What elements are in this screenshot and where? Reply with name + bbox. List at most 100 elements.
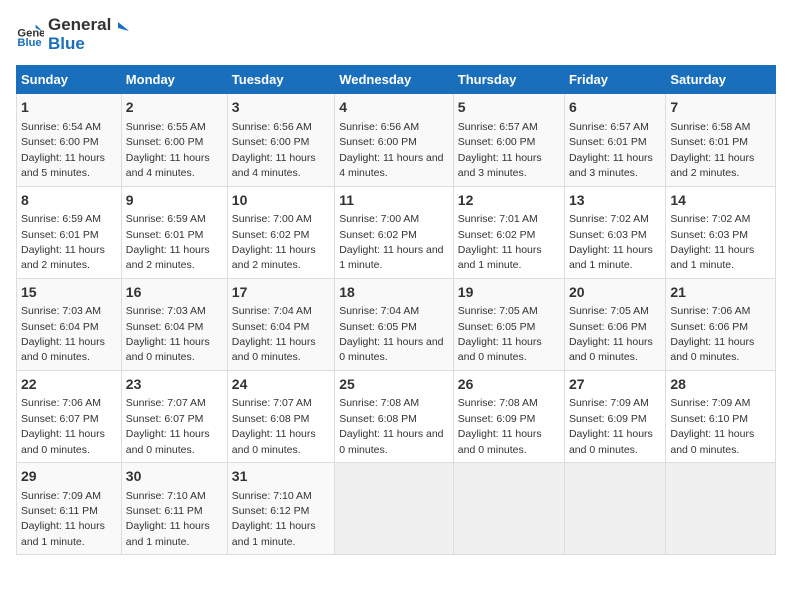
daylight-text: Daylight: 11 hours and 2 minutes. — [670, 152, 754, 179]
calendar-cell — [453, 463, 564, 555]
sunrise-text: Sunrise: 7:00 AM — [232, 213, 312, 225]
sunrise-text: Sunrise: 7:01 AM — [458, 213, 538, 225]
calendar-week-row: 8 Sunrise: 6:59 AM Sunset: 6:01 PM Daylight… — [17, 186, 776, 278]
day-number: 22 — [21, 375, 117, 395]
day-number: 4 — [339, 98, 449, 118]
day-number: 27 — [569, 375, 661, 395]
sunset-text: Sunset: 6:01 PM — [569, 136, 647, 148]
daylight-text: Daylight: 11 hours and 0 minutes. — [232, 336, 316, 363]
sunrise-text: Sunrise: 7:05 AM — [458, 305, 538, 317]
sunset-text: Sunset: 6:08 PM — [232, 413, 310, 425]
calendar-cell: 8Sunrise: 6:59 AMSunset: 6:01 PMDaylight… — [17, 186, 122, 278]
sunset-text: Sunset: 6:01 PM — [126, 229, 204, 241]
daylight-text: Daylight: 11 hours and 2 minutes. — [232, 244, 316, 271]
calendar-cell: 15Sunrise: 7:03 AMSunset: 6:04 PMDayligh… — [17, 278, 122, 370]
daylight-text: Daylight: 11 hours and 1 minute. — [670, 244, 754, 271]
sunset-text: Sunset: 6:06 PM — [569, 321, 647, 333]
daylight-text: Daylight: 11 hours and 1 minute. — [21, 520, 105, 547]
sunrise-text: Sunrise: 7:02 AM — [569, 213, 649, 225]
day-number: 5 — [458, 98, 560, 118]
calendar-cell: 28Sunrise: 7:09 AMSunset: 6:10 PMDayligh… — [666, 370, 776, 462]
sunset-text: Sunset: 6:10 PM — [670, 413, 748, 425]
weekday-header: Wednesday — [335, 66, 454, 94]
day-number: 24 — [232, 375, 330, 395]
sunrise-text: Sunrise: 6:54 AM — [21, 121, 101, 133]
calendar-cell: 6Sunrise: 6:57 AMSunset: 6:01 PMDaylight… — [564, 94, 665, 186]
daylight-text: Daylight: 11 hours and 4 minutes. — [232, 152, 316, 179]
sunset-text: Sunset: 6:01 PM — [21, 229, 99, 241]
sunset-text: Sunset: 6:11 PM — [126, 505, 203, 517]
sunset-text: Sunset: 6:00 PM — [126, 136, 204, 148]
calendar-cell — [666, 463, 776, 555]
calendar-week-row: 15Sunrise: 7:03 AMSunset: 6:04 PMDayligh… — [17, 278, 776, 370]
daylight-text: Daylight: 11 hours and 1 minute. — [569, 244, 653, 271]
calendar-cell: 31Sunrise: 7:10 AMSunset: 6:12 PMDayligh… — [227, 463, 334, 555]
daylight-text: Daylight: 11 hours and 1 minute. — [339, 244, 443, 271]
sunrise-text: Sunrise: 6:57 AM — [458, 121, 538, 133]
daylight-text: Daylight: 11 hours and 0 minutes. — [126, 336, 210, 363]
logo-text-line1: General — [48, 16, 111, 35]
calendar-cell: 5 Sunrise: 6:57 AM Sunset: 6:00 PM Daylight… — [453, 94, 564, 186]
sunrise-text: Sunrise: 7:07 AM — [232, 397, 312, 409]
sunrise-text: Sunrise: 6:59 AM — [126, 213, 206, 225]
calendar-cell: 13Sunrise: 7:02 AMSunset: 6:03 PMDayligh… — [564, 186, 665, 278]
day-number: 25 — [339, 375, 449, 395]
svg-text:Blue: Blue — [17, 37, 41, 49]
sunrise-text: Sunrise: 7:04 AM — [232, 305, 312, 317]
day-number: 8 — [21, 191, 117, 211]
calendar-cell: 22Sunrise: 7:06 AMSunset: 6:07 PMDayligh… — [17, 370, 122, 462]
calendar-cell: 16Sunrise: 7:03 AMSunset: 6:04 PMDayligh… — [121, 278, 227, 370]
calendar-cell: 11Sunrise: 7:00 AMSunset: 6:02 PMDayligh… — [335, 186, 454, 278]
day-number: 2 — [126, 98, 223, 118]
sunset-text: Sunset: 6:05 PM — [458, 321, 536, 333]
calendar-header-row: SundayMondayTuesdayWednesdayThursdayFrid… — [17, 66, 776, 94]
daylight-text: Daylight: 11 hours and 0 minutes. — [339, 428, 443, 455]
weekday-header: Saturday — [666, 66, 776, 94]
calendar-cell: 26Sunrise: 7:08 AMSunset: 6:09 PMDayligh… — [453, 370, 564, 462]
sunset-text: Sunset: 6:03 PM — [670, 229, 748, 241]
day-number: 15 — [21, 283, 117, 303]
day-number: 18 — [339, 283, 449, 303]
weekday-header: Tuesday — [227, 66, 334, 94]
calendar-week-row: 22Sunrise: 7:06 AMSunset: 6:07 PMDayligh… — [17, 370, 776, 462]
sunrise-text: Sunrise: 6:57 AM — [569, 121, 649, 133]
daylight-text: Daylight: 11 hours and 3 minutes. — [458, 152, 542, 179]
logo-bird-icon — [107, 20, 129, 42]
day-number: 11 — [339, 191, 449, 211]
daylight-text: Daylight: 11 hours and 3 minutes. — [569, 152, 653, 179]
calendar-cell: 4Sunrise: 6:56 AMSunset: 6:00 PMDaylight… — [335, 94, 454, 186]
daylight-text: Daylight: 11 hours and 0 minutes. — [232, 428, 316, 455]
logo-icon: General Blue — [16, 21, 44, 49]
calendar-cell: 23Sunrise: 7:07 AMSunset: 6:07 PMDayligh… — [121, 370, 227, 462]
sunrise-text: Sunrise: 7:09 AM — [21, 490, 101, 502]
daylight-text: Daylight: 11 hours and 5 minutes. — [21, 152, 105, 179]
day-number: 21 — [670, 283, 771, 303]
daylight-text: Daylight: 11 hours and 0 minutes. — [458, 428, 542, 455]
calendar-cell: 12Sunrise: 7:01 AMSunset: 6:02 PMDayligh… — [453, 186, 564, 278]
calendar-cell: 10Sunrise: 7:00 AMSunset: 6:02 PMDayligh… — [227, 186, 334, 278]
daylight-text: Daylight: 11 hours and 2 minutes. — [21, 244, 105, 271]
sunset-text: Sunset: 6:09 PM — [569, 413, 647, 425]
calendar-cell: 3Sunrise: 6:56 AMSunset: 6:00 PMDaylight… — [227, 94, 334, 186]
daylight-text: Daylight: 11 hours and 1 minute. — [232, 520, 316, 547]
sunrise-text: Sunrise: 6:55 AM — [126, 121, 206, 133]
sunrise-text: Sunrise: 7:03 AM — [21, 305, 101, 317]
day-number: 17 — [232, 283, 330, 303]
calendar-cell — [564, 463, 665, 555]
sunset-text: Sunset: 6:00 PM — [232, 136, 310, 148]
sunset-text: Sunset: 6:00 PM — [458, 136, 536, 148]
weekday-header: Sunday — [17, 66, 122, 94]
calendar-week-row: 29Sunrise: 7:09 AMSunset: 6:11 PMDayligh… — [17, 463, 776, 555]
calendar-cell: 7Sunrise: 6:58 AMSunset: 6:01 PMDaylight… — [666, 94, 776, 186]
sunset-text: Sunset: 6:08 PM — [339, 413, 417, 425]
weekday-header: Monday — [121, 66, 227, 94]
day-number: 7 — [670, 98, 771, 118]
daylight-text: Daylight: 11 hours and 1 minute. — [458, 244, 542, 271]
sunrise-text: Sunrise: 7:05 AM — [569, 305, 649, 317]
day-number: 31 — [232, 467, 330, 487]
daylight-text: Daylight: 11 hours and 0 minutes. — [569, 336, 653, 363]
sunset-text: Sunset: 6:03 PM — [569, 229, 647, 241]
sunrise-text: Sunrise: 7:06 AM — [670, 305, 750, 317]
daylight-text: Daylight: 11 hours and 0 minutes. — [21, 428, 105, 455]
calendar-cell: 9Sunrise: 6:59 AMSunset: 6:01 PMDaylight… — [121, 186, 227, 278]
